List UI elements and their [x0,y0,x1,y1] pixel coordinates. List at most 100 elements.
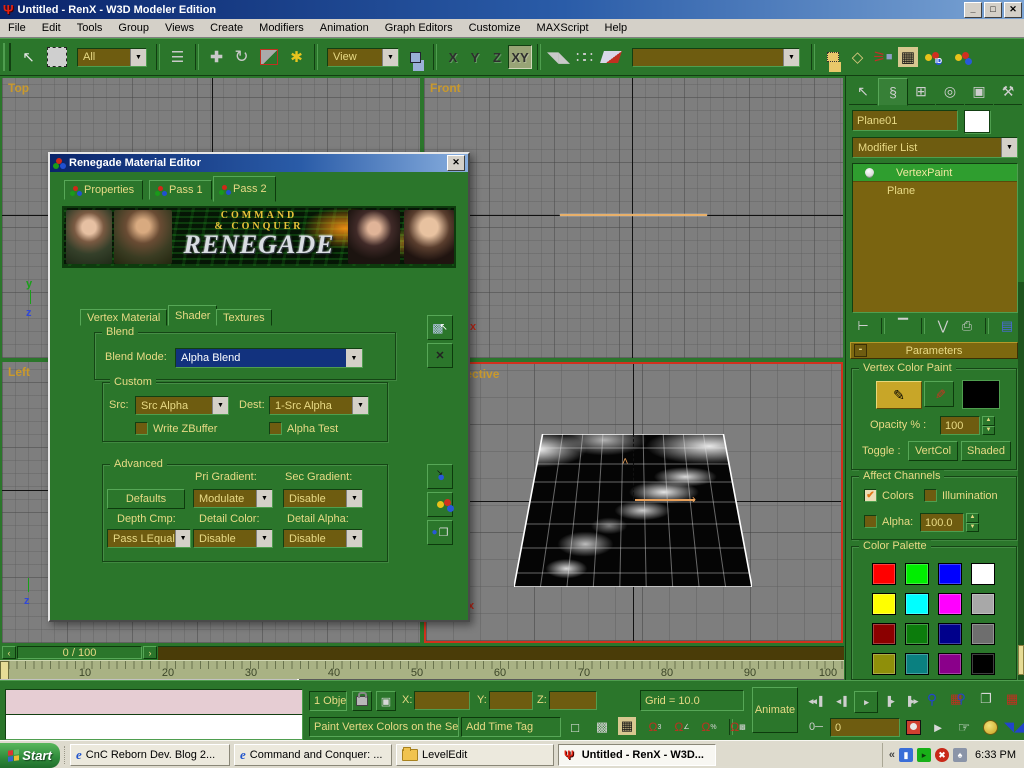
palette-swatch[interactable] [971,653,995,675]
palette-swatch[interactable] [938,653,962,675]
schematic-view-icon[interactable]: ◇ [845,45,870,70]
tab-motion[interactable]: ◎ [936,78,964,105]
maximize-button[interactable]: □ [984,2,1002,18]
use-pivot-center-icon[interactable] [403,45,428,70]
pin-stack-icon[interactable]: ⊢ [852,316,874,336]
opacity-field[interactable]: 100 [940,416,980,435]
toolbar-handle[interactable] [3,43,11,71]
dropdown-arrow-icon[interactable]: ▼ [256,490,272,507]
shaded-button[interactable]: Shaded [961,441,1011,461]
track-view-icon[interactable] [820,45,845,70]
palette-swatch[interactable] [872,593,896,615]
pri-gradient-dropdown[interactable]: Modulate▼ [193,489,273,508]
palette-swatch[interactable] [938,593,962,615]
panel-scrollbar-thumb[interactable] [1018,645,1024,675]
curve-editor-icon[interactable]: ⚞■ [870,45,895,70]
write-zbuffer-checkbox[interactable] [135,422,148,435]
tab-pass-2[interactable]: Pass 2 [213,176,276,202]
named-selection-dropdown[interactable]: ▼ [632,48,800,67]
dest-dropdown[interactable]: 1-Src Alpha▼ [269,396,369,415]
object-name-field[interactable]: Plane01 [852,110,958,131]
palette-swatch[interactable] [971,593,995,615]
menu-create[interactable]: Create [202,20,251,36]
object-color-swatch[interactable] [964,110,990,133]
material-editor-icon[interactable]: ▦ [898,47,918,67]
remove-modifier-icon[interactable]: ⎙ [956,316,978,336]
spinner-snap-icon[interactable]: Ω▩ [728,717,748,737]
security-shield-icon[interactable]: ✖ [935,748,949,762]
array-icon[interactable]: ∷∷ [571,45,596,70]
start-button[interactable]: Start [0,743,60,768]
subtab-vertex-material[interactable]: Vertex Material [80,309,167,326]
timeline-ruler[interactable]: 10 20 30 40 50 60 70 80 90 100 [0,660,844,680]
viewport-front[interactable]: Front x [424,78,843,358]
y-coord-field[interactable] [489,691,533,710]
animate-button[interactable]: Animate [752,687,798,733]
palette-swatch[interactable] [905,623,929,645]
reference-coordsys-dropdown[interactable]: View▼ [327,48,399,67]
next-key-button[interactable]: ▐▸ [878,691,900,711]
remove-material-button[interactable]: ✕ [427,343,453,368]
zoom-extents-all-icon[interactable]: ❐ [976,689,996,709]
prev-key-button[interactable]: ◂▐ [830,691,852,711]
z-coord-field[interactable] [549,691,597,710]
tray-chevron[interactable]: « [889,749,895,761]
restrict-xy-plane-button[interactable]: XY [508,45,532,69]
colors-checkbox[interactable]: ✔ [864,489,877,502]
dropdown-arrow-icon[interactable]: ▼ [346,490,362,507]
plane-edge-on[interactable] [560,214,707,216]
configure-modifier-sets-icon[interactable]: ▤ [996,316,1018,336]
select-and-rotate-icon[interactable]: ↻ [229,45,254,70]
detail-color-dropdown[interactable]: Disable▼ [193,529,273,548]
eyedropper-button[interactable]: ✎ [924,381,954,407]
select-and-move-icon[interactable]: ✚ [204,45,229,70]
palette-swatch[interactable] [905,563,929,585]
render-id-icon[interactable]: ID [921,45,946,70]
selection-lock-button[interactable] [352,691,372,711]
restrict-x-button[interactable]: X [442,46,464,68]
viewport-left-label[interactable]: Left [8,365,30,379]
tab-hierarchy[interactable]: ⊞ [907,78,935,105]
render-icon[interactable] [946,45,971,70]
maxscript-mini-listener[interactable] [5,689,303,716]
alpha-checkbox[interactable] [864,515,877,528]
messenger-icon[interactable]: ▸ [917,748,931,762]
snap-toggle-icon[interactable]: ▦ [618,717,636,735]
add-time-tag-box[interactable]: Add Time Tag [461,717,561,737]
restrict-y-button[interactable]: Y [464,46,486,68]
select-by-name-icon[interactable]: ☰ [165,45,190,70]
stack-item-vertexpaint[interactable]: VertexPaint [853,164,1017,181]
menu-animation[interactable]: Animation [312,20,377,36]
task-renx-active[interactable]: Ψ Untitled - RenX - W3D... [558,744,716,766]
menu-views[interactable]: Views [157,20,202,36]
go-to-end-button[interactable]: ▐▸▸ [900,691,922,711]
palette-swatch[interactable] [905,593,929,615]
task-cnc-reborn-blog[interactable]: e CnC Reborn Dev. Blog 2... [70,744,230,766]
x-coord-field[interactable] [414,691,470,710]
subtab-textures[interactable]: Textures [216,309,272,326]
absolute-mode-button[interactable]: ▣ [376,691,396,711]
dropdown-arrow-icon[interactable]: ▼ [346,349,362,367]
stack-item-plane[interactable]: Plane [853,181,1017,199]
percent-snap-icon[interactable]: Ω% [699,717,719,737]
modifier-list-dropdown[interactable]: Modifier List▼ [852,137,1018,158]
network-icon[interactable]: ▮ [899,748,913,762]
title-bar[interactable]: Ψ Untitled - RenX - W3D Modeler Edition … [0,0,1024,19]
menu-maxscript[interactable]: MAXScript [529,20,597,36]
prev-frame-button[interactable]: ‹ [2,646,16,659]
dropdown-arrow-icon[interactable]: ▼ [346,530,362,547]
align-icon[interactable] [600,51,622,63]
palette-swatch[interactable] [971,563,995,585]
menu-modifiers[interactable]: Modifiers [251,20,312,36]
collapse-icon[interactable]: - [854,344,867,357]
src-dropdown[interactable]: Src Alpha▼ [135,396,229,415]
show-in-viewport-button[interactable]: ●❐ [427,520,453,545]
track-bar-lane[interactable] [158,646,844,660]
dropdown-arrow-icon[interactable]: ▼ [256,530,272,547]
menu-file[interactable]: File [0,20,34,36]
subtab-shader[interactable]: Shader [168,305,217,326]
arc-rotate-icon[interactable] [980,717,1000,737]
play-button[interactable]: ▸ [854,691,878,713]
dropdown-arrow-icon[interactable]: ▼ [212,397,228,414]
viewport-front-label[interactable]: Front [430,81,461,95]
